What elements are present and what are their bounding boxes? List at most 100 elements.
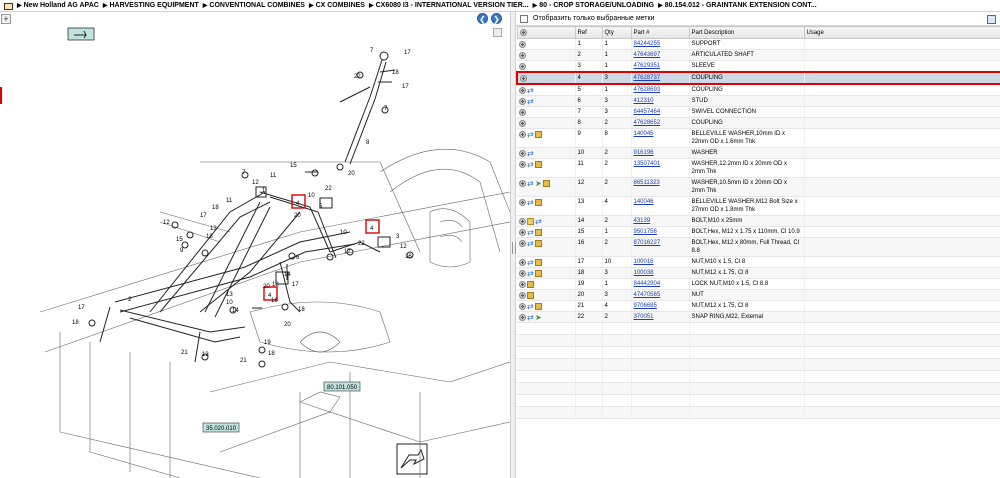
- add-to-cart-icon[interactable]: [519, 160, 526, 168]
- cell-part-number[interactable]: 43139: [631, 215, 690, 227]
- add-to-cart-icon[interactable]: [519, 198, 526, 206]
- diagram-pane[interactable]: + ❮ ❯ 4 4 4 80.101.050 35.020.010 7 17 2…: [0, 12, 511, 478]
- substitute-icon[interactable]: ⇄: [527, 130, 534, 138]
- cell-part-number[interactable]: 47628737: [631, 71, 690, 85]
- substitute-icon[interactable]: ⇄: [527, 160, 534, 168]
- add-to-cart-icon[interactable]: [519, 217, 526, 225]
- package-icon[interactable]: [535, 228, 542, 236]
- part-link[interactable]: 86511323: [634, 180, 660, 186]
- part-link[interactable]: 13507401: [634, 161, 661, 167]
- substitute-icon[interactable]: ⇄: [527, 228, 534, 236]
- substitute-icon[interactable]: ⇄: [527, 149, 534, 157]
- related-icon[interactable]: ➤: [535, 179, 542, 187]
- note-icon[interactable]: [527, 217, 534, 225]
- table-row[interactable]: ⇄ 13 4 140046 BELLEVILLE WASHER,M12 Bolt Siz…: [517, 196, 1000, 216]
- substitute-icon[interactable]: ⇄: [527, 179, 534, 187]
- cell-part-number[interactable]: 47628693: [631, 84, 690, 96]
- cell-part-number[interactable]: 47628652: [631, 117, 690, 129]
- table-row[interactable]: 19 1 84442904 LOCK NUT,M10 x 1.5, Cl 8.8: [517, 278, 1000, 290]
- cell-part-number[interactable]: 87016227: [631, 237, 690, 257]
- part-link[interactable]: 47628693: [634, 87, 661, 93]
- package-icon[interactable]: [535, 239, 542, 247]
- package-icon[interactable]: [543, 179, 550, 187]
- package-icon[interactable]: [535, 269, 542, 277]
- part-link[interactable]: 412310: [634, 98, 654, 104]
- catalog-icon[interactable]: [3, 1, 13, 10]
- col-qty[interactable]: Qty: [601, 26, 632, 39]
- substitute-icon[interactable]: ⇄: [527, 302, 534, 310]
- show-selected-only-checkbox[interactable]: [520, 14, 528, 23]
- cell-part-number[interactable]: 100038: [631, 267, 690, 279]
- part-link[interactable]: 9706685: [634, 303, 657, 309]
- substitute-icon[interactable]: ⇄: [527, 269, 534, 277]
- add-to-cart-icon[interactable]: [519, 40, 526, 48]
- part-link[interactable]: 916196: [634, 150, 654, 156]
- table-row[interactable]: 7 3 84457464 SWIVEL CONNECTION: [517, 106, 1000, 118]
- part-link[interactable]: 47470565: [634, 292, 661, 298]
- cell-part-number[interactable]: 47643697: [631, 49, 690, 61]
- package-icon[interactable]: [527, 291, 534, 299]
- col-ref[interactable]: Ref: [574, 26, 603, 39]
- callout-a[interactable]: 80.101.050: [323, 381, 361, 392]
- add-to-cart-icon[interactable]: [519, 97, 526, 105]
- part-link[interactable]: 47628737: [634, 75, 661, 81]
- part-link[interactable]: 43139: [634, 218, 651, 224]
- diagram-back-icon[interactable]: [67, 27, 95, 41]
- cell-part-number[interactable]: 140046: [631, 196, 690, 216]
- add-to-cart-icon[interactable]: [519, 228, 526, 236]
- add-to-cart-icon[interactable]: [519, 179, 526, 187]
- related-icon[interactable]: ➤: [535, 313, 542, 321]
- add-to-cart-icon[interactable]: [519, 149, 526, 157]
- part-link[interactable]: 9501756: [634, 229, 657, 235]
- package-icon[interactable]: [535, 198, 542, 206]
- add-to-cart-icon[interactable]: [519, 51, 526, 59]
- add-to-cart-icon[interactable]: [519, 239, 526, 247]
- substitute-icon[interactable]: ⇄: [527, 313, 534, 321]
- cell-part-number[interactable]: 9706685: [631, 300, 690, 312]
- part-link[interactable]: 100038: [634, 270, 654, 276]
- table-row[interactable]: 20 3 47470565 NUT: [517, 289, 1000, 301]
- part-link[interactable]: 84457464: [634, 109, 661, 115]
- add-to-cart-icon[interactable]: [519, 302, 526, 310]
- table-row[interactable]: ⇄ ➤ 12 2 86511323 WASHER,10.5mm ID x 20mm OD …: [517, 177, 1000, 197]
- add-to-cart-icon[interactable]: [519, 130, 526, 138]
- table-row[interactable]: ⇄ 15 1 9501756 BOLT,Hex, M12 x 1.75 x 110mm,…: [517, 226, 1000, 238]
- cell-part-number[interactable]: 140045: [631, 128, 690, 148]
- add-to-cart-icon[interactable]: [519, 86, 526, 94]
- svg-text:80.101.050[interactable]: 80.101.050: [327, 385, 358, 391]
- part-link[interactable]: 87016227: [634, 240, 661, 246]
- part-link[interactable]: 140046: [634, 199, 654, 205]
- part-link[interactable]: 100016: [634, 259, 654, 265]
- cell-part-number[interactable]: 370051: [631, 311, 690, 323]
- substitute-icon[interactable]: ⇄: [535, 217, 542, 225]
- diagram-forward-icon[interactable]: [396, 443, 428, 475]
- package-icon[interactable]: [535, 302, 542, 310]
- table-row[interactable]: ⇄ ➤ 22 2 370051 SNAP RING,M22, External: [517, 311, 1000, 323]
- add-to-cart-icon[interactable]: [519, 258, 526, 266]
- part-link[interactable]: 84442904: [634, 281, 661, 287]
- table-row[interactable]: 3 1 47629351 SLEEVE: [517, 60, 1000, 73]
- exploded-diagram[interactable]: 4 4 4 80.101.050 35.020.010 7 17 22 18 1…: [0, 12, 511, 478]
- table-row[interactable]: ⇄ 16 2 87016227 BOLT,Hex, M12 x 80mm, Full T…: [517, 237, 1000, 257]
- cell-part-number[interactable]: 84244255: [631, 38, 690, 50]
- cell-part-number[interactable]: 84457464: [631, 106, 690, 118]
- add-all-icon[interactable]: [519, 28, 527, 36]
- table-row[interactable]: ⇄ 14 2 43139 BOLT,M10 x 25mm: [517, 215, 1000, 227]
- cell-part-number[interactable]: 47470565: [631, 289, 690, 301]
- substitute-icon[interactable]: ⇄: [527, 198, 534, 206]
- part-link[interactable]: 47628652: [634, 120, 661, 126]
- package-icon[interactable]: [535, 130, 542, 138]
- part-link[interactable]: 370051: [634, 314, 654, 320]
- breadcrumb-item[interactable]: ▶ CX6080 I3 - INTERNATIONAL VERSION TIER.…: [369, 2, 529, 9]
- add-to-cart-icon[interactable]: [519, 119, 526, 127]
- table-row[interactable]: ⇄ 6 3 412310 STUD: [517, 95, 1000, 107]
- breadcrumb-item[interactable]: ▶ CONVENTIONAL COMBINES: [203, 2, 305, 9]
- cell-part-number[interactable]: 13507401: [631, 158, 690, 178]
- breadcrumb-item[interactable]: ▶ 80 - CROP STORAGE/UNLOADING: [533, 2, 655, 9]
- table-row[interactable]: 4 3 47628737 COUPLING: [516, 71, 1000, 85]
- part-link[interactable]: 47643697: [634, 52, 661, 58]
- breadcrumb-item[interactable]: ▶ New Holland AG APAC: [17, 2, 99, 9]
- svg-text:35.020.010[interactable]: 35.020.010: [206, 426, 237, 432]
- breadcrumb-item[interactable]: ▶ 80.154.012 - GRAINTANK EXTENSION CONT..…: [658, 2, 817, 9]
- add-to-cart-icon[interactable]: [520, 74, 527, 82]
